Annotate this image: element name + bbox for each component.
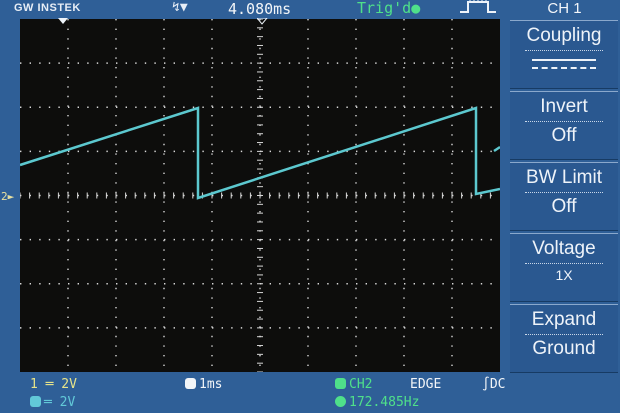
- frequency-readout: 172.485Hz: [335, 395, 419, 410]
- waveform-display[interactable]: [20, 19, 500, 372]
- menu-title: CH 1: [547, 0, 582, 17]
- trigger-coupling: ∫DC: [482, 377, 506, 392]
- invert-value: Off: [551, 125, 577, 146]
- trigger-source: CH2: [335, 377, 372, 392]
- center-marker: [257, 18, 268, 25]
- voltage-label: Voltage: [532, 238, 596, 259]
- timebase-badge-icon: [185, 378, 196, 389]
- bw-limit-button[interactable]: BW Limit Off: [510, 162, 618, 231]
- bottom-status-bar: 1 ═ 2V ═ 2V 1ms CH2 EDGE ∫DC 172.485Hz: [0, 374, 620, 413]
- trigger-badge-icon: [335, 378, 346, 389]
- side-menu: CH 1 Coupling Invert Off BW Limit Off Vo…: [509, 0, 620, 373]
- invert-button[interactable]: Invert Off: [510, 91, 618, 160]
- rising-pulse-icon: [458, 0, 498, 20]
- bw-limit-label: BW Limit: [526, 167, 602, 188]
- trigger-dot-icon: ●: [411, 0, 421, 17]
- trigger-status: Trig'd●: [357, 0, 421, 17]
- ch1-ground-marker: 2►: [1, 190, 15, 203]
- ch2-scale: ═ 2V: [30, 395, 75, 410]
- horizontal-position-readout: 4.080ms: [228, 0, 292, 18]
- rising-slope-icon: ∫: [482, 377, 490, 392]
- brand-logo: GW INSTEK: [14, 2, 81, 14]
- dc-coupling-icon: [532, 59, 596, 71]
- double-arrow-icon: ↯▼: [172, 0, 188, 15]
- bw-limit-value: Off: [551, 196, 577, 217]
- freq-badge-icon: [335, 396, 346, 407]
- trigger-type: EDGE: [410, 377, 442, 392]
- expand-button[interactable]: Expand Ground: [510, 304, 618, 373]
- voltage-value: 1X: [555, 267, 573, 283]
- invert-label: Invert: [540, 96, 588, 117]
- ch1-scale: 1 ═ 2V: [30, 377, 77, 392]
- ch1-trace: [20, 106, 500, 200]
- ch2-badge-icon: [30, 396, 41, 407]
- voltage-probe-button[interactable]: Voltage 1X: [510, 233, 618, 302]
- expand-label: Expand: [531, 309, 597, 330]
- timebase: 1ms: [185, 377, 222, 392]
- coupling-label: Coupling: [526, 25, 602, 46]
- coupling-button[interactable]: Coupling: [510, 20, 618, 89]
- top-status-bar: GW INSTEK ↯▼ 4.080ms Trig'd●: [0, 0, 510, 18]
- expand-value: Ground: [532, 338, 596, 359]
- trigger-position-marker: [58, 18, 68, 24]
